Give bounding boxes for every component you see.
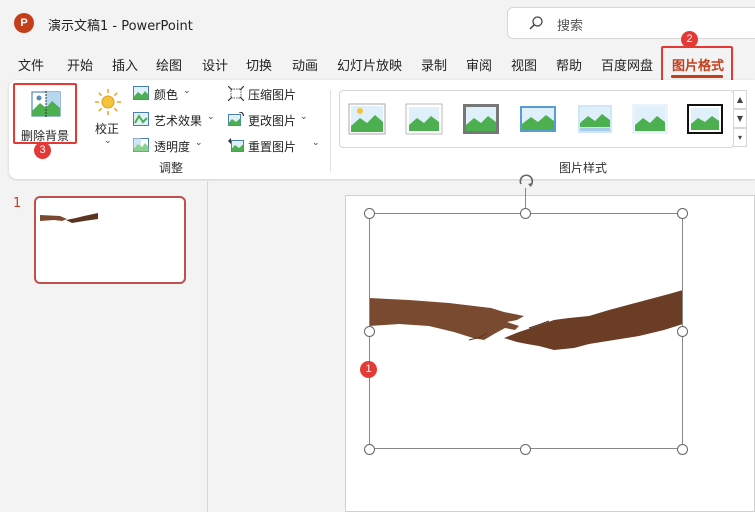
transparency-button[interactable]: 透明度 ⌄ bbox=[133, 137, 219, 157]
picture-styles-gallery bbox=[339, 90, 734, 148]
resize-handle-right[interactable] bbox=[677, 326, 688, 337]
artistic-effects-label: 艺术效果 bbox=[154, 114, 203, 128]
adjust-group-label: 调整 bbox=[159, 161, 184, 175]
active-tab-indicator bbox=[671, 75, 723, 78]
corrections-label: 校正 bbox=[95, 122, 120, 136]
tab-review[interactable]: 审阅 bbox=[466, 55, 492, 74]
picture-style-7[interactable] bbox=[686, 103, 724, 135]
tab-baidu-netdisk[interactable]: 百度网盘 bbox=[601, 55, 653, 74]
artistic-effects-button[interactable]: 艺术效果 ⌄ bbox=[133, 111, 225, 131]
change-picture-label: 更改图片 bbox=[248, 114, 297, 128]
change-picture-button[interactable]: 更改图片 ⌄ bbox=[228, 111, 312, 131]
resize-handle-bottom-right[interactable] bbox=[677, 444, 688, 455]
chevron-down-icon: ⌄ bbox=[195, 138, 203, 148]
compress-icon bbox=[228, 86, 244, 101]
resize-handle-left[interactable] bbox=[364, 326, 375, 337]
rotate-icon[interactable] bbox=[517, 172, 535, 190]
tab-view[interactable]: 视图 bbox=[511, 55, 537, 74]
slide-thumbnail-1[interactable] bbox=[34, 196, 186, 284]
tab-transitions[interactable]: 切换 bbox=[246, 55, 272, 74]
title-bar: P 演示文稿1 - PowerPoint 搜索 bbox=[0, 0, 755, 46]
resize-handle-top[interactable] bbox=[520, 208, 531, 219]
ribbon: 删除背景 校正 ⌄ 颜色 ⌄ 艺术效果 ⌄ 透明度 ⌄ 压缩图片 更改图片 ⌄ … bbox=[9, 80, 755, 179]
compress-pictures-button[interactable]: 压缩图片 bbox=[228, 85, 312, 105]
transparency-label: 透明度 bbox=[154, 140, 191, 154]
powerpoint-logo-icon: P bbox=[14, 13, 34, 33]
reset-picture-label: 重置图片 bbox=[248, 140, 297, 154]
picture-style-2[interactable] bbox=[405, 103, 443, 135]
tab-picture-format[interactable]: 图片格式 bbox=[672, 55, 724, 74]
slide-number: 1 bbox=[13, 196, 22, 211]
remove-background-button[interactable]: 删除背景 bbox=[18, 88, 74, 146]
picture-styles-group-label: 图片样式 bbox=[559, 161, 608, 175]
tab-help[interactable]: 帮助 bbox=[556, 55, 582, 74]
picture-style-4[interactable] bbox=[519, 103, 557, 135]
resize-handle-top-left[interactable] bbox=[364, 208, 375, 219]
tab-design[interactable]: 设计 bbox=[202, 55, 228, 74]
corrections-icon bbox=[95, 89, 121, 115]
ribbon-tabs: 文件 开始 插入 绘图 设计 切换 动画 幻灯片放映 录制 审阅 视图 帮助 百… bbox=[0, 46, 755, 80]
picture-style-5[interactable] bbox=[576, 103, 614, 135]
transparency-icon bbox=[133, 138, 149, 152]
gallery-scroll-down-button[interactable]: ▼ bbox=[733, 109, 747, 128]
slides-panel: 1 bbox=[0, 181, 208, 512]
annotation-badge-1: 1 bbox=[360, 361, 377, 378]
document-title: 演示文稿1 - PowerPoint bbox=[48, 19, 193, 34]
reset-picture-button[interactable]: 重置图片 ⌄ bbox=[228, 137, 322, 157]
slide-thumbnail-image bbox=[40, 213, 98, 223]
tab-home[interactable]: 开始 bbox=[67, 55, 93, 74]
chevron-down-icon: ⌄ bbox=[207, 112, 215, 122]
change-picture-icon bbox=[228, 112, 244, 126]
color-label: 颜色 bbox=[154, 88, 179, 102]
remove-background-icon bbox=[31, 91, 61, 117]
tab-insert[interactable]: 插入 bbox=[112, 55, 138, 74]
search-icon bbox=[529, 16, 543, 30]
picture-style-1[interactable] bbox=[348, 103, 386, 135]
color-button[interactable]: 颜色 ⌄ bbox=[133, 85, 219, 105]
annotation-badge-3: 3 bbox=[34, 142, 51, 159]
chevron-down-icon: ⌄ bbox=[183, 86, 191, 96]
search-input[interactable]: 搜索 bbox=[507, 7, 755, 39]
color-icon bbox=[133, 86, 149, 100]
search-placeholder: 搜索 bbox=[557, 19, 584, 34]
resize-handle-bottom[interactable] bbox=[520, 444, 531, 455]
group-separator bbox=[330, 90, 331, 172]
tab-animations[interactable]: 动画 bbox=[292, 55, 318, 74]
reset-picture-icon bbox=[228, 138, 244, 152]
corrections-button[interactable]: 校正 ⌄ bbox=[91, 88, 125, 150]
tab-draw[interactable]: 绘图 bbox=[156, 55, 182, 74]
chevron-down-icon: ⌄ bbox=[300, 112, 308, 122]
picture-style-3[interactable] bbox=[462, 103, 500, 135]
annotation-badge-2: 2 bbox=[681, 31, 698, 48]
resize-handle-top-right[interactable] bbox=[677, 208, 688, 219]
chevron-down-icon: ⌄ bbox=[312, 138, 320, 148]
gallery-scroll-up-button[interactable]: ▲ bbox=[733, 90, 747, 109]
tab-file[interactable]: 文件 bbox=[18, 55, 44, 74]
artistic-effects-icon bbox=[133, 112, 149, 126]
gallery-more-button[interactable]: ▾ bbox=[733, 128, 747, 147]
resize-handle-bottom-left[interactable] bbox=[364, 444, 375, 455]
tab-record[interactable]: 录制 bbox=[421, 55, 447, 74]
picture-style-6[interactable] bbox=[631, 103, 669, 135]
rotate-handle-line bbox=[525, 188, 526, 209]
compress-pictures-label: 压缩图片 bbox=[248, 88, 297, 102]
tab-slideshow[interactable]: 幻灯片放映 bbox=[337, 55, 402, 74]
picture-selection-box bbox=[369, 213, 683, 449]
chevron-down-icon: ⌄ bbox=[104, 136, 112, 146]
